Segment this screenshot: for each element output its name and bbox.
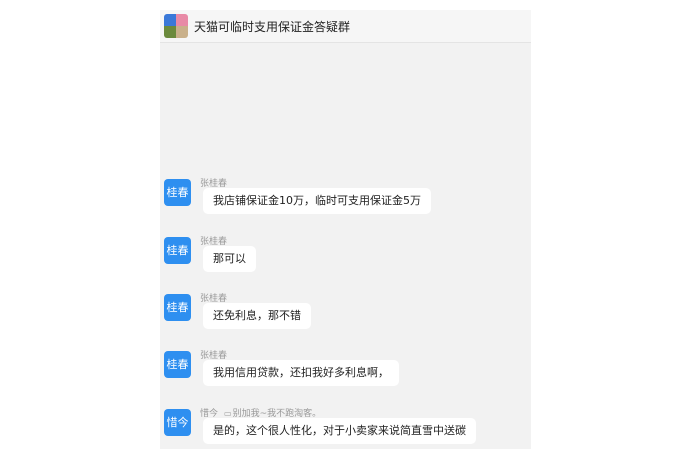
- avatar[interactable]: 惜今: [164, 409, 191, 436]
- message-bubble: 我用信用贷款，还扣我好多利息啊，: [203, 360, 399, 386]
- avatar[interactable]: 桂春: [164, 237, 191, 264]
- group-avatar-tile: [176, 14, 188, 26]
- signature-icon: ▭: [224, 409, 232, 418]
- group-title: 天猫可临时支用保证金答疑群: [194, 20, 351, 34]
- group-avatar-tile: [164, 26, 176, 38]
- chat-header: 天猫可临时支用保证金答疑群: [160, 10, 531, 43]
- avatar[interactable]: 桂春: [164, 294, 191, 321]
- avatar[interactable]: 桂春: [164, 179, 191, 206]
- message-bubble: 还免利息，那不错: [203, 303, 311, 329]
- message-bubble: 我店铺保证金10万，临时可支用保证金5万: [203, 188, 431, 214]
- chat-window: 天猫可临时支用保证金答疑群 桂春 张桂春 我店铺保证金10万，临时可支用保证金5…: [160, 10, 531, 449]
- group-avatar-tile: [164, 14, 176, 26]
- avatar[interactable]: 桂春: [164, 351, 191, 378]
- message-bubble: 那可以: [203, 246, 256, 272]
- group-avatar-tile: [176, 26, 188, 38]
- group-avatar[interactable]: [164, 14, 188, 38]
- message-bubble: 是的，这个很人性化，对于小卖家来说简直雪中送碳: [203, 418, 476, 444]
